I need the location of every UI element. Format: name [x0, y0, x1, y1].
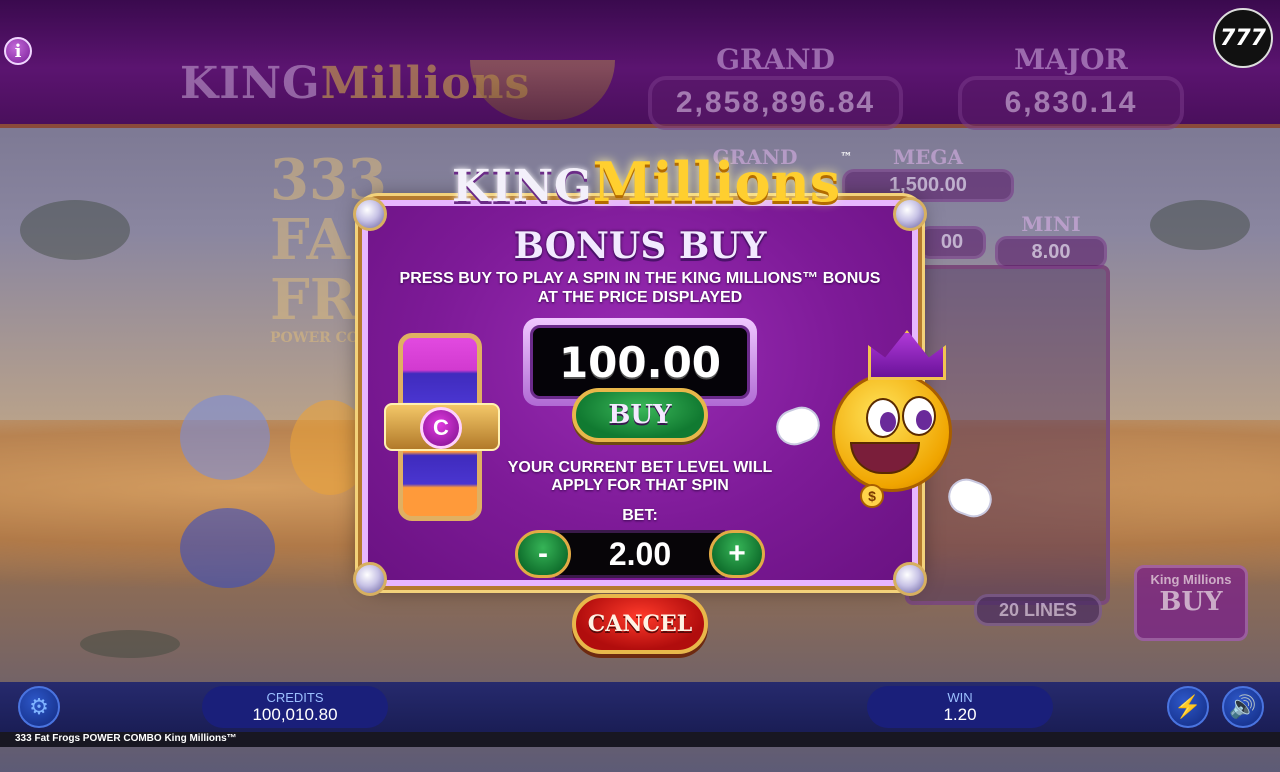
- jackpot-header: i KINGMillions GRAND 2,858,896.84 MAJOR …: [0, 0, 1280, 130]
- bg-mini-jackpot: MINI 8.00: [995, 212, 1107, 269]
- intro-text-line1: PRESS BUY TO PLAY A SPIN IN THE KING MIL…: [399, 270, 881, 287]
- info-icon[interactable]: i: [4, 37, 32, 65]
- credits-label: CREDITS: [266, 690, 324, 705]
- win-label: WIN: [947, 690, 973, 705]
- grand-jackpot-label: GRAND: [716, 43, 835, 76]
- power-combo-icon: [180, 508, 275, 588]
- bg-mega-value: 1,500.00: [842, 169, 1014, 202]
- gear-icon[interactable]: ⚙: [18, 686, 60, 728]
- blue-frog: [180, 395, 270, 480]
- lilypad: [20, 200, 130, 260]
- crown-icon: [868, 330, 946, 380]
- bg-buy-bottom: BUY: [1159, 587, 1223, 617]
- speaker-icon[interactable]: 🔊: [1222, 686, 1264, 728]
- gem-corner: [893, 562, 927, 596]
- lilypad: [1150, 200, 1250, 250]
- mascot-eye: [902, 396, 936, 436]
- crown-bowl-graphic: [470, 60, 615, 120]
- intro-text-line2: AT THE PRICE DISPLAYED: [537, 289, 743, 306]
- bg-mini-label: MINI: [1021, 212, 1081, 236]
- logo-king: KING: [452, 161, 593, 212]
- bg-buy-top: King Millions: [1150, 572, 1232, 587]
- mascot-glove: [771, 401, 825, 451]
- lightning-icon[interactable]: ⚡: [1167, 686, 1209, 728]
- bet-increase-button[interactable]: +: [709, 530, 765, 578]
- bg-mini-value: 8.00: [995, 236, 1107, 269]
- mascot-eye: [866, 398, 900, 438]
- gem-corner: [353, 562, 387, 596]
- grand-jackpot-value: 2,858,896.84: [648, 76, 903, 130]
- major-jackpot-value: 6,830.14: [958, 76, 1184, 130]
- logo-millions: Millions: [592, 150, 841, 214]
- orange-frog: [290, 400, 370, 495]
- bg-minor-value: 00: [918, 226, 986, 259]
- bottom-control-bar: ⚙ CREDITS 100,010.80 WIN 1.20 ⚡ 🔊: [0, 682, 1280, 732]
- bonus-buy-heading: BONUS BUY: [513, 225, 767, 267]
- header-logo-king: KING: [180, 58, 321, 109]
- major-jackpot-label: MAJOR: [1014, 43, 1128, 76]
- bg-mega-label: MEGA: [893, 145, 963, 169]
- king-coin-mascot: $: [771, 330, 1006, 525]
- brand-777-badge[interactable]: 777: [1213, 8, 1273, 68]
- credits-display: CREDITS 100,010.80: [202, 686, 388, 728]
- game-title-footer: 333 Fat Frogs POWER COMBO King Millions™: [0, 732, 1280, 747]
- win-value: 1.20: [943, 705, 977, 724]
- background-buy-button: King Millions BUY: [1134, 565, 1248, 641]
- bet-stepper: 2.00 - +: [515, 530, 765, 578]
- credits-value: 100,010.80: [252, 705, 338, 724]
- mascot-glove: [943, 473, 997, 523]
- cancel-button[interactable]: CANCEL: [572, 594, 708, 654]
- lilypad: [80, 630, 180, 658]
- bet-decrease-button[interactable]: -: [515, 530, 571, 578]
- logo-tm: ™: [840, 150, 853, 164]
- win-display: WIN 1.20: [867, 686, 1053, 728]
- reel-coin-icon: C: [420, 407, 462, 449]
- bg-minor-jackpot: 00: [918, 212, 986, 259]
- lines-badge: 20 LINES: [974, 594, 1102, 626]
- dollar-coin-icon: $: [860, 484, 884, 508]
- bg-mega-jackpot: MEGA 1,500.00: [842, 145, 1014, 202]
- king-millions-logo: KINGMillions™: [452, 150, 852, 230]
- major-jackpot: MAJOR 6,830.14: [958, 46, 1184, 130]
- bet-value: 2.00: [555, 530, 725, 578]
- buy-button[interactable]: BUY: [572, 388, 708, 442]
- grand-jackpot: GRAND 2,858,896.84: [648, 46, 903, 130]
